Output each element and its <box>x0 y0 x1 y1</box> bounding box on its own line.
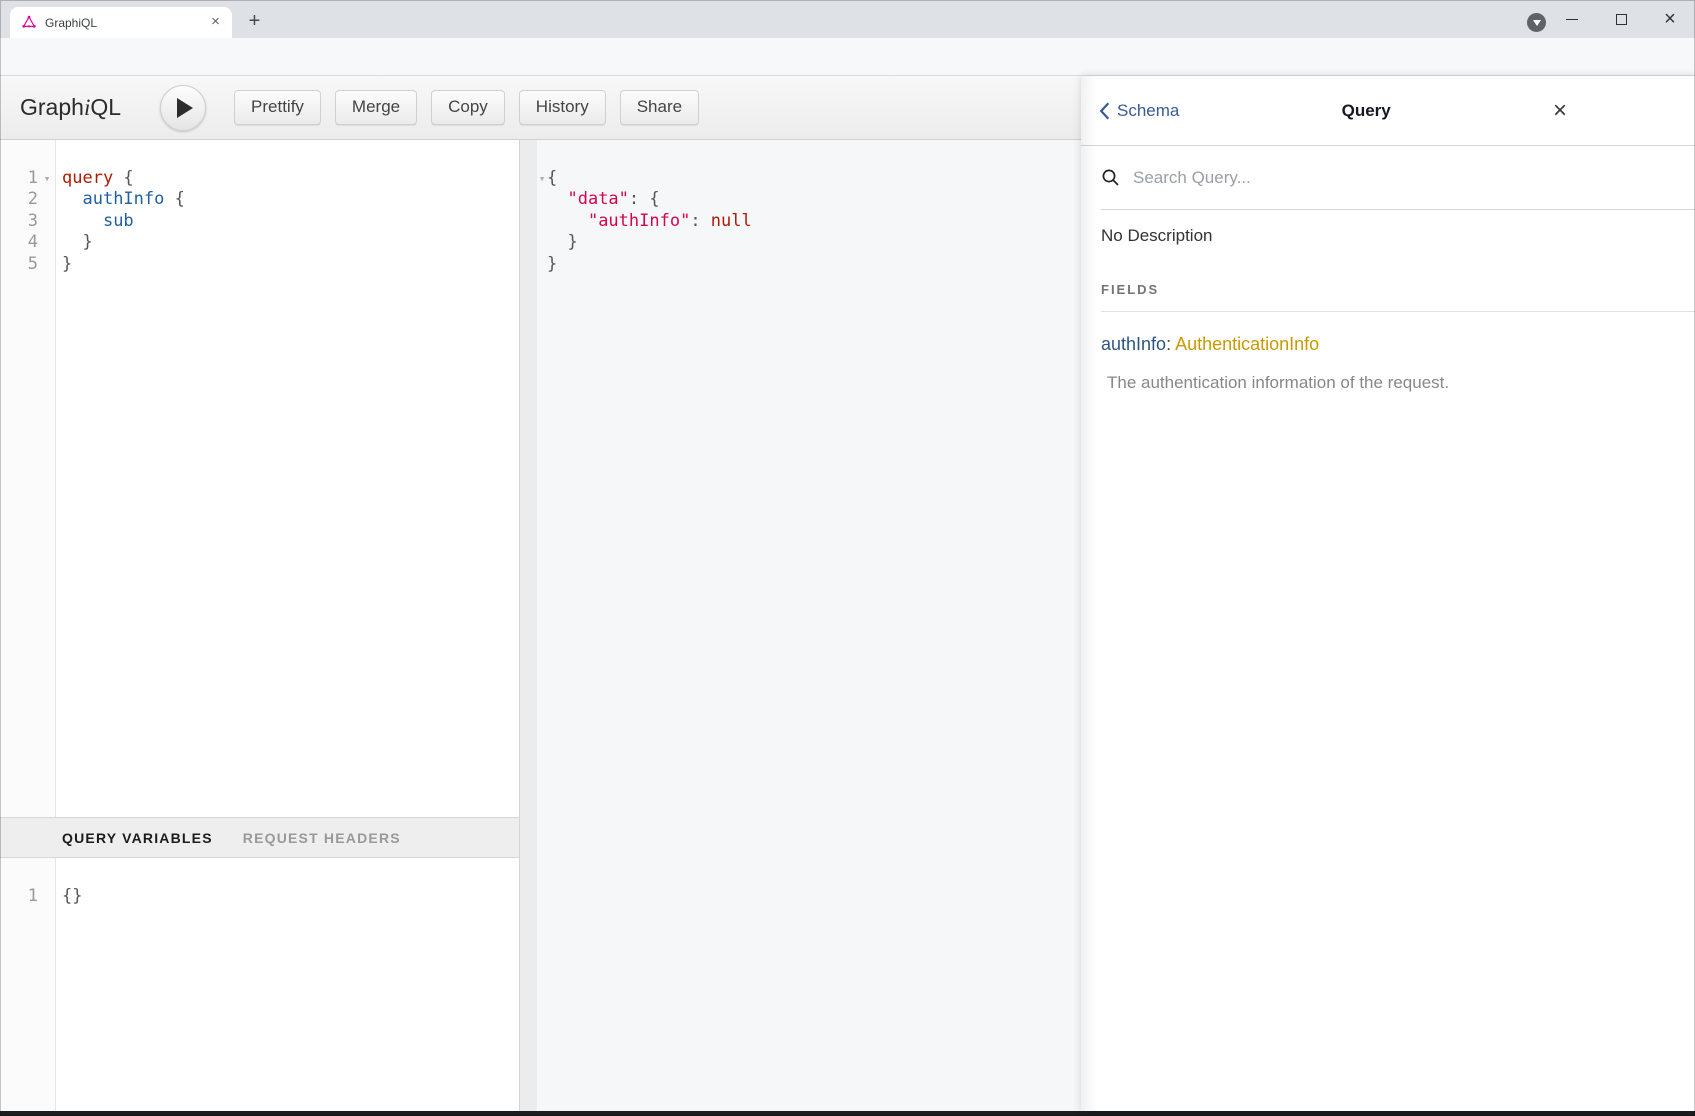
prettify-button[interactable]: Prettify <box>234 90 321 125</box>
fold-gutter <box>38 211 56 232</box>
code-line: 5} <box>0 254 519 275</box>
merge-button[interactable]: Merge <box>335 90 417 125</box>
code-text: } <box>56 232 93 253</box>
fold-gutter <box>38 232 56 253</box>
code-text: "authInfo": null <box>547 211 752 232</box>
doc-search-input[interactable] <box>1131 167 1561 189</box>
window-minimize-button[interactable] <box>1549 0 1595 38</box>
code-text: { <box>547 168 557 189</box>
code-text: query { <box>56 168 134 189</box>
code-text: } <box>56 254 72 275</box>
tab-query-variables[interactable]: QUERY VARIABLES <box>62 830 213 846</box>
code-text: } <box>547 232 578 253</box>
doc-explorer-header: Schema Query × <box>1081 76 1695 146</box>
copy-button[interactable]: Copy <box>431 90 505 125</box>
browser-toolbar: ← → i localhost:3000/graphql P <box>0 38 1695 76</box>
minimize-icon <box>1566 19 1578 20</box>
fold-gutter <box>38 254 56 275</box>
result-viewer[interactable]: ▾{ "data": { "authInfo": null }} <box>537 140 1081 1111</box>
line-number: 4 <box>0 232 38 253</box>
code-line: "authInfo": null <box>537 211 1081 232</box>
line-number: 1 <box>0 168 38 189</box>
code-line: 2 authInfo { <box>0 189 519 210</box>
graphiql-toolbar-buttons: Prettify Merge Copy History Share <box>234 90 699 125</box>
code-line: } <box>537 232 1081 253</box>
window-maximize-button[interactable] <box>1598 0 1644 38</box>
fold-arrow-icon[interactable]: ▾ <box>38 168 56 189</box>
line-number: 1 <box>0 886 38 907</box>
share-button[interactable]: Share <box>620 90 699 125</box>
line-number: 3 <box>0 211 38 232</box>
tab-request-headers[interactable]: REQUEST HEADERS <box>243 830 401 846</box>
graphql-favicon <box>21 15 37 31</box>
code-line: 3 sub <box>0 211 519 232</box>
variables-editor[interactable]: 1 {} <box>0 858 519 1111</box>
new-tab-button[interactable]: + <box>241 9 268 36</box>
doc-explorer-content: No Description FIELDS authInfo: Authenti… <box>1081 210 1695 393</box>
taskbar-edge <box>0 1111 1695 1116</box>
history-button[interactable]: History <box>519 90 606 125</box>
chevron-down-icon <box>1533 20 1541 26</box>
code-text: } <box>547 254 557 275</box>
fold-gutter <box>537 211 547 232</box>
variables-tab-bar: QUERY VARIABLES REQUEST HEADERS <box>0 817 519 858</box>
fold-gutter <box>537 189 547 210</box>
query-editor[interactable]: 1▾query {2 authInfo {3 sub4 }5} <box>0 140 519 817</box>
code-line: ▾{ <box>537 168 1081 189</box>
fold-gutter <box>537 254 547 275</box>
tab-close-icon[interactable]: × <box>207 14 224 31</box>
code-text: "data": { <box>547 189 660 210</box>
fold-arrow-icon[interactable]: ▾ <box>537 168 547 189</box>
code-line: } <box>537 254 1081 275</box>
tab-strip: GraphiQL × + × <box>0 0 1695 38</box>
code-line: 1 {} <box>0 886 519 907</box>
search-icon <box>1101 168 1121 188</box>
tab-title: GraphiQL <box>45 16 207 30</box>
type-description: No Description <box>1101 226 1675 246</box>
play-icon <box>177 98 193 118</box>
doc-search-row <box>1101 146 1695 210</box>
fold-gutter <box>38 886 56 907</box>
code-text: sub <box>56 211 134 232</box>
maximize-icon <box>1616 14 1627 25</box>
pane-resize-handle[interactable] <box>519 140 537 1111</box>
code-text: {} <box>56 886 82 907</box>
line-number: 5 <box>0 254 38 275</box>
graphiql-topbar: GraphiQL Prettify Merge Copy History Sha… <box>0 76 1081 140</box>
graphiql-logo: GraphiQL <box>20 94 121 121</box>
browser-tab-graphiql[interactable]: GraphiQL × <box>10 7 232 38</box>
window-close-button[interactable]: × <box>1647 0 1693 38</box>
close-icon: × <box>1664 10 1676 28</box>
type-name-link[interactable]: AuthenticationInfo <box>1175 334 1319 354</box>
code-line: "data": { <box>537 189 1081 210</box>
fields-section-header: FIELDS <box>1101 282 1695 312</box>
fold-gutter <box>537 232 547 253</box>
chevron-left-icon <box>1099 102 1110 120</box>
doc-back-label: Schema <box>1117 101 1179 121</box>
line-number: 2 <box>0 189 38 210</box>
code-line: 1▾query { <box>0 168 519 189</box>
code-line: 4 } <box>0 232 519 253</box>
field-entry: authInfo: AuthenticationInfo <box>1101 334 1675 355</box>
chrome-update-icon[interactable] <box>1527 13 1546 32</box>
doc-explorer-panel: Schema Query × No Description FIELDS aut… <box>1081 76 1695 1111</box>
browser-window: { "browser": { "tab_title": "GraphiQL", … <box>0 0 1695 1116</box>
field-name-link[interactable]: authInfo <box>1101 334 1166 354</box>
doc-explorer-title: Query <box>1179 101 1553 121</box>
field-description: The authentication information of the re… <box>1101 373 1675 393</box>
doc-back-link[interactable]: Schema <box>1099 101 1179 121</box>
fold-gutter <box>38 189 56 210</box>
doc-explorer-close-button[interactable]: × <box>1553 101 1567 121</box>
code-text: authInfo { <box>56 189 185 210</box>
execute-query-button[interactable] <box>160 85 206 131</box>
